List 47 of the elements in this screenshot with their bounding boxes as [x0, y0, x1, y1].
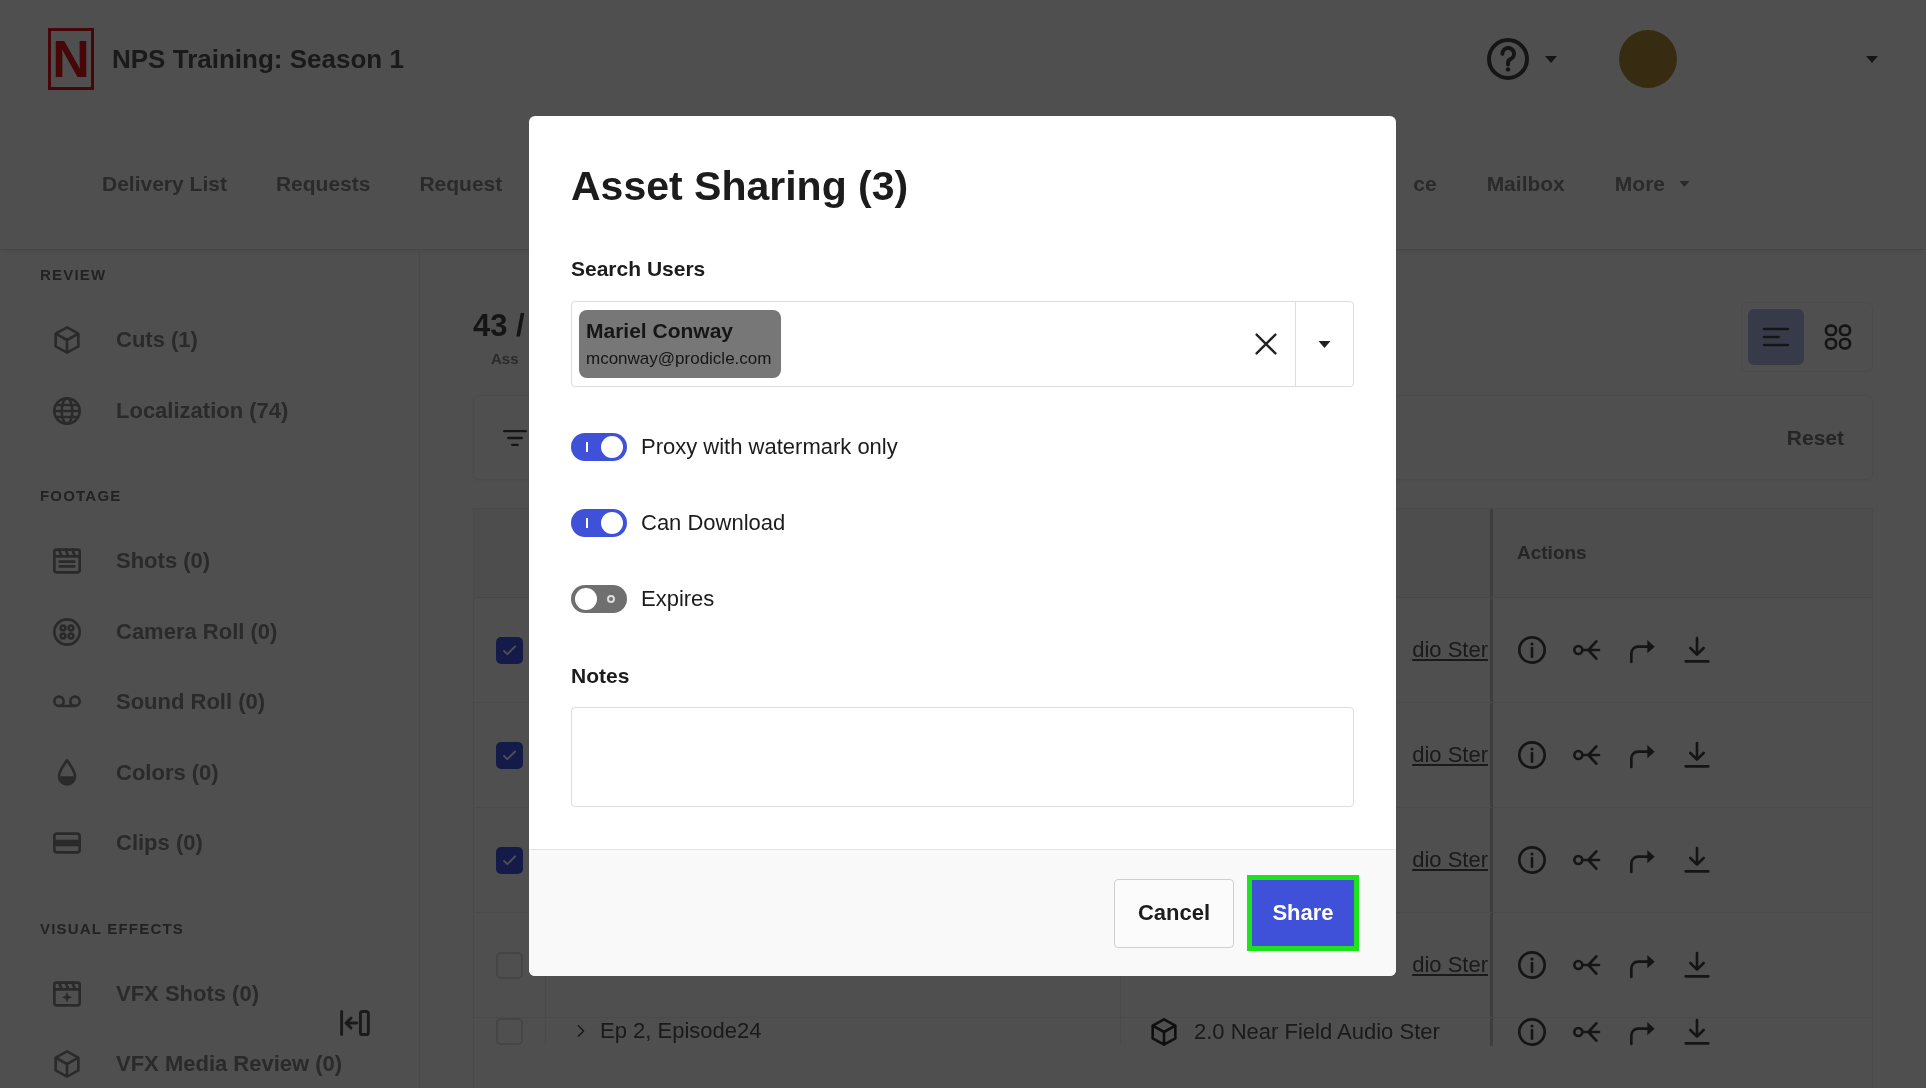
clapperboard-sparkle-icon: [53, 979, 81, 1008]
toggle-switch[interactable]: [571, 509, 627, 537]
info-icon[interactable]: [1518, 636, 1546, 664]
download-icon[interactable]: [1683, 951, 1711, 979]
toggle-switch[interactable]: [571, 433, 627, 461]
cube-icon: [1150, 1018, 1178, 1046]
check-icon: [501, 643, 518, 657]
close-icon[interactable]: [1255, 333, 1277, 355]
user-select-field[interactable]: Mariel Conway mconway@prodicle.com: [571, 301, 1354, 387]
info-icon[interactable]: [1518, 951, 1546, 979]
info-icon[interactable]: [1518, 846, 1546, 874]
option-label: Proxy with watermark only: [641, 434, 898, 460]
user-email: mconway@prodicle.com: [586, 348, 772, 370]
cube-icon: [53, 1050, 81, 1079]
field-label: Search Users: [571, 256, 706, 282]
caret-icon[interactable]: [1318, 340, 1331, 348]
cancel-button[interactable]: Cancel: [1114, 878, 1234, 948]
download-icon[interactable]: [1683, 846, 1711, 874]
info-icon[interactable]: [1518, 1018, 1546, 1046]
user-name: Mariel Conway: [586, 318, 735, 344]
cube-icon: [53, 326, 81, 355]
row-checkbox[interactable]: [496, 846, 523, 874]
check-icon: [501, 853, 518, 867]
option-label: Expires: [641, 586, 715, 612]
field-label: Notes: [571, 663, 630, 689]
list-view-button[interactable]: [1748, 309, 1804, 365]
logo[interactable]: N: [48, 28, 94, 90]
toggle-switch[interactable]: [571, 585, 627, 613]
check-icon: [501, 748, 518, 762]
row-checkbox[interactable]: [496, 636, 523, 664]
info-icon[interactable]: [1518, 741, 1546, 769]
download-icon[interactable]: [1683, 741, 1711, 769]
grid-icon: [1824, 323, 1852, 351]
film-reel-icon: [53, 617, 81, 646]
collapse-icon[interactable]: [340, 1010, 370, 1036]
share-button[interactable]: Share: [1247, 875, 1359, 951]
globe-icon: [53, 396, 81, 425]
row-checkbox[interactable]: [496, 741, 523, 769]
download-icon[interactable]: [1683, 636, 1711, 664]
dialog-title: Asset Sharing (3): [571, 162, 909, 211]
option-label: Can Download: [641, 510, 786, 536]
clapperboard-icon: [53, 547, 81, 576]
notes-field[interactable]: [571, 707, 1354, 807]
asset-count: 43 /: [473, 308, 525, 344]
help-icon[interactable]: [1487, 38, 1529, 80]
caret-icon: [1679, 180, 1690, 187]
download-icon[interactable]: [1683, 1018, 1711, 1046]
